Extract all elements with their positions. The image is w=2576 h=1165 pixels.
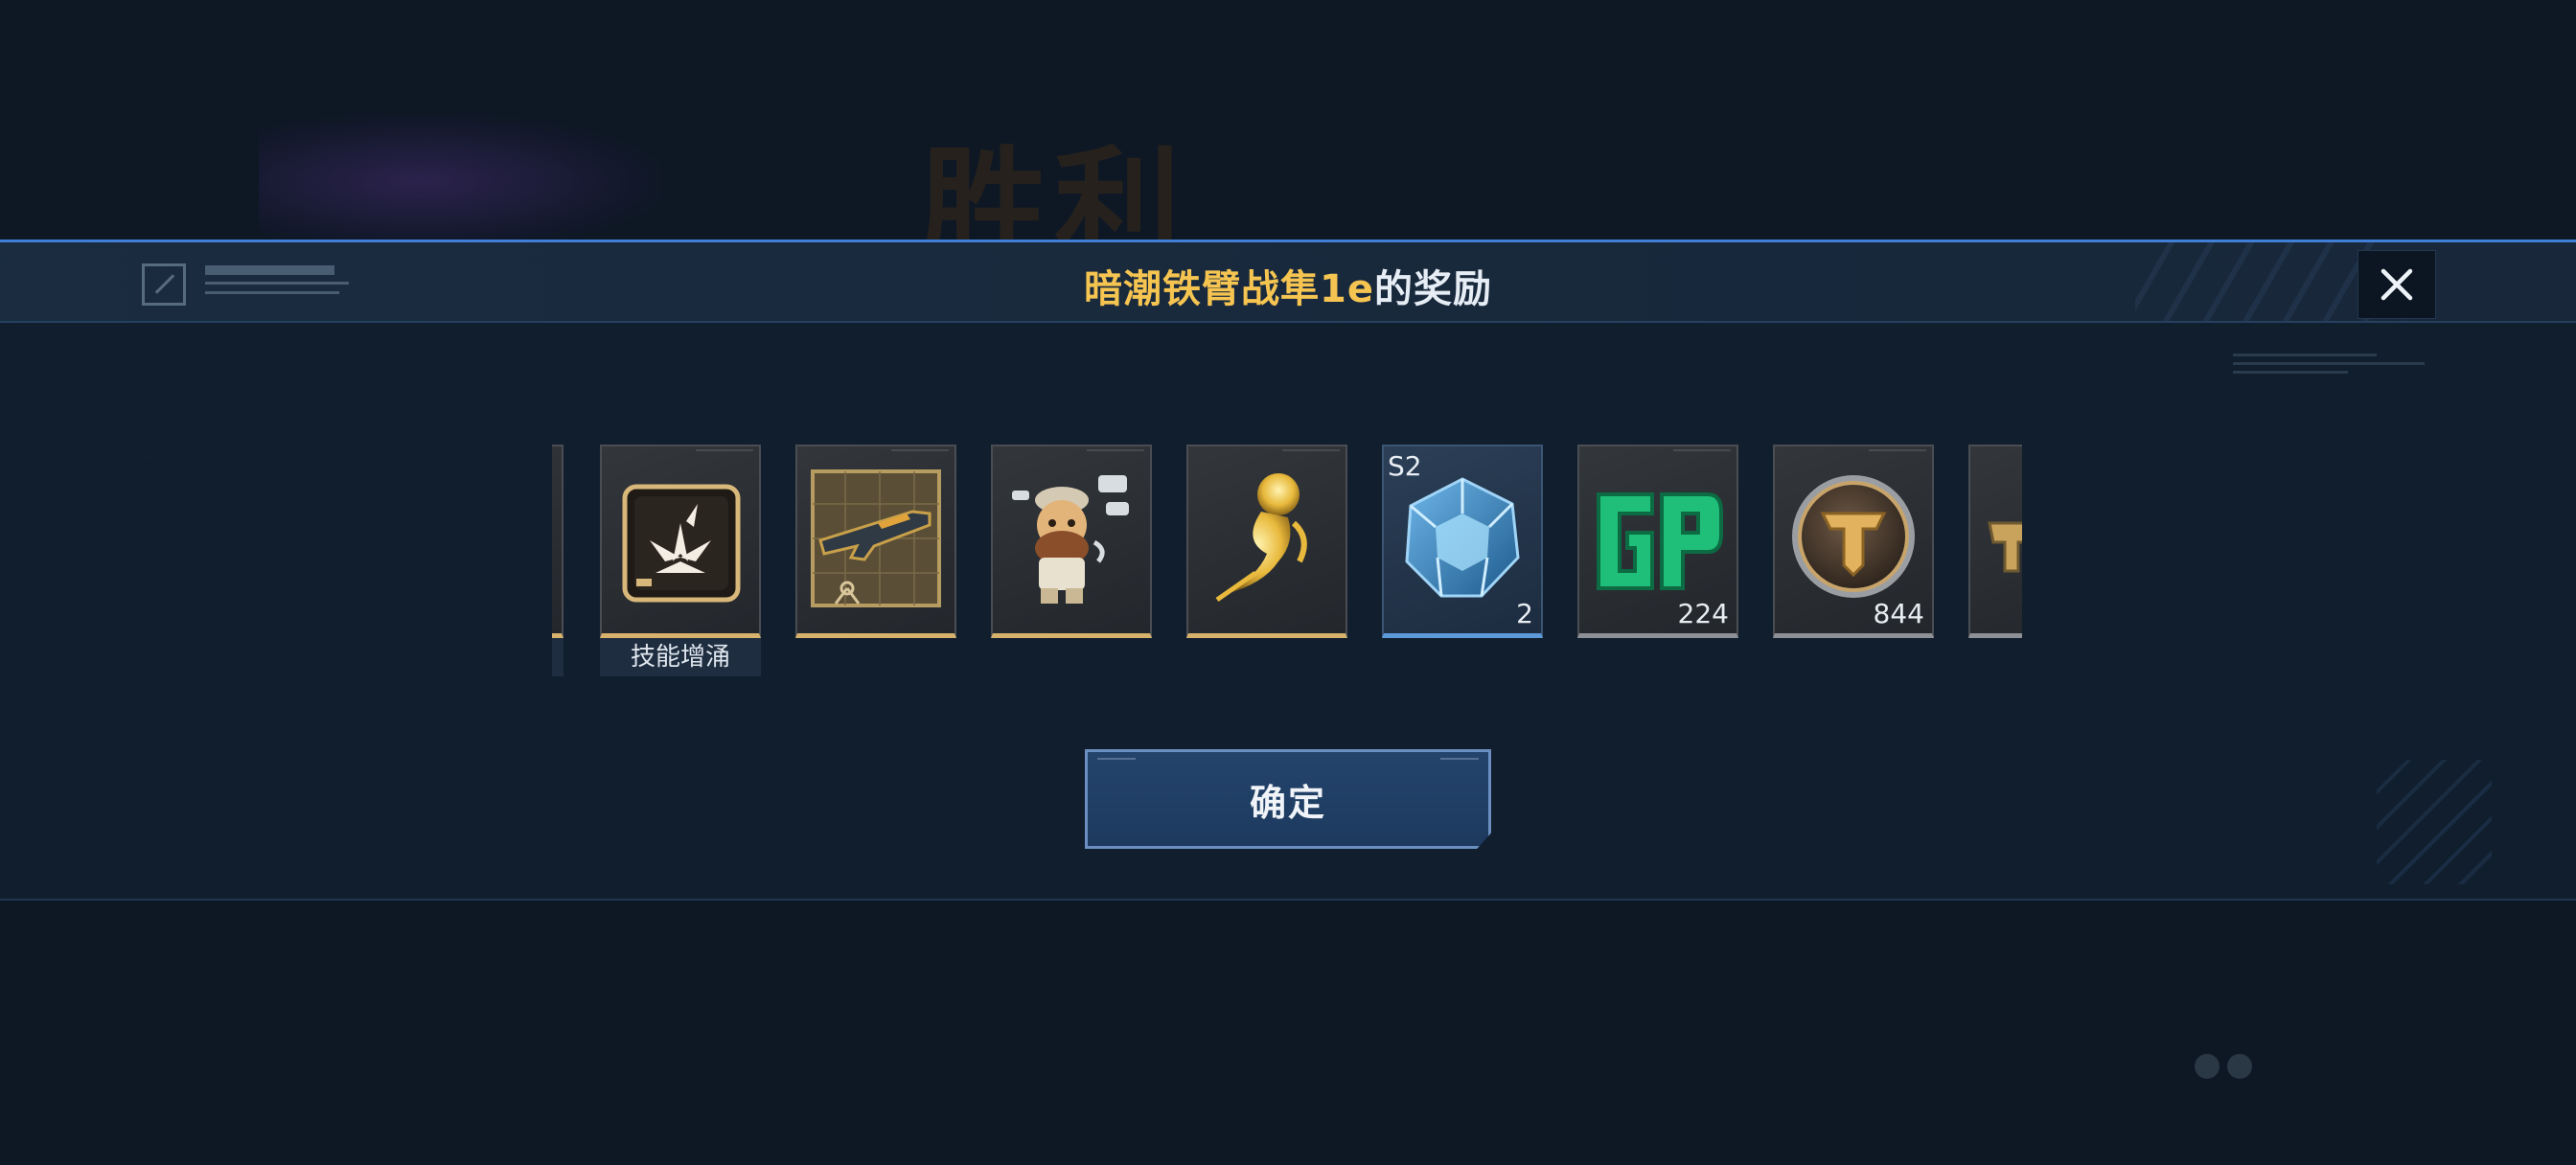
reward-quantity: 224 bbox=[1677, 598, 1729, 629]
reward-skill-surge-label: 技能增涌 bbox=[600, 638, 761, 676]
reward-s2-cube[interactable]: S2 2 bbox=[1382, 445, 1543, 638]
close-icon bbox=[2380, 268, 2413, 301]
character-figure-icon bbox=[1012, 475, 1129, 604]
background-decoration-dots bbox=[2195, 1054, 2262, 1079]
reward-partial-left-label bbox=[552, 638, 564, 676]
corner-stripes-decoration bbox=[2377, 760, 2492, 884]
reward-partial-left[interactable] bbox=[552, 445, 564, 638]
reward-medal[interactable]: 844 bbox=[1773, 445, 1934, 638]
reward-quantity: 844 bbox=[1873, 598, 1924, 629]
reward-character-figure[interactable] bbox=[991, 445, 1152, 638]
modal-header: 暗潮铁臂战隼1e的奖励 bbox=[0, 242, 2576, 323]
background-glow bbox=[259, 115, 661, 249]
reward-gp[interactable]: 224 bbox=[1577, 445, 1738, 638]
confirm-button[interactable]: 确定 bbox=[1085, 749, 1491, 849]
reward-partial-right[interactable] bbox=[1968, 445, 2022, 638]
right-header-decoration bbox=[2233, 348, 2434, 386]
skill-surge-icon bbox=[622, 484, 741, 603]
gp-icon bbox=[1597, 492, 1723, 590]
weapon-blueprint-icon bbox=[811, 469, 941, 607]
reward-golden-spirit[interactable] bbox=[1186, 445, 1347, 638]
rewards-strip[interactable]: 技能增涌 S2 2 224 844 bbox=[552, 445, 2022, 684]
modal-title-highlight: 暗潮铁臂战隼1e bbox=[1084, 267, 1374, 311]
reward-skill-surge[interactable] bbox=[600, 445, 761, 638]
reward-quantity: 2 bbox=[1516, 598, 1533, 629]
golden-spirit-icon bbox=[1215, 473, 1307, 603]
crystal-cube-icon bbox=[1405, 477, 1520, 598]
modal-title: 暗潮铁臂战隼1e的奖励 bbox=[0, 258, 2576, 313]
bronze-medal-icon bbox=[1792, 475, 1915, 598]
partial-card bbox=[1988, 521, 2022, 573]
close-button[interactable] bbox=[2358, 250, 2436, 319]
reward-weapon-blueprint[interactable] bbox=[795, 445, 956, 638]
confirm-button-label: 确定 bbox=[1249, 781, 1326, 824]
modal-title-suffix: 的奖励 bbox=[1373, 267, 1492, 311]
